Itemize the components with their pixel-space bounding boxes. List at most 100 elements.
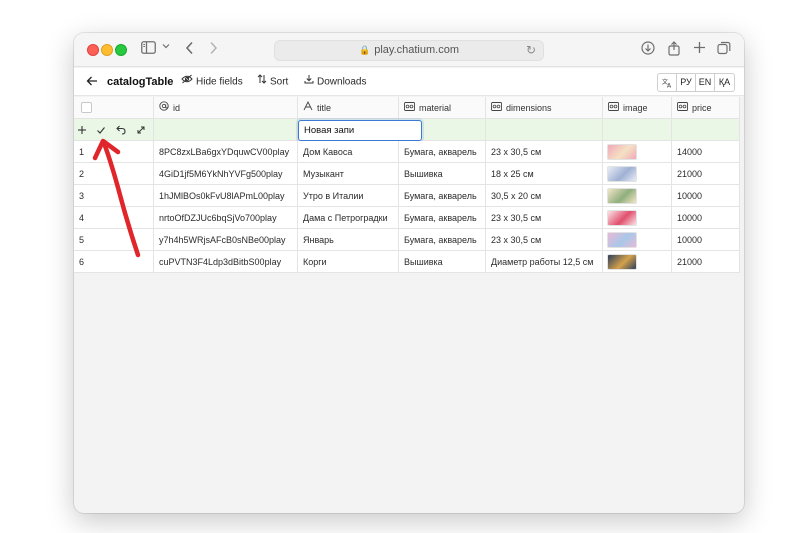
id-cell[interactable]: cuPVTN3F4Ldp3dBitbS00play [154, 251, 298, 273]
close-window-button[interactable] [87, 44, 99, 56]
row-number-cell[interactable]: 1 [74, 141, 154, 163]
column-header-price[interactable]: price [672, 97, 740, 119]
tab-overview-icon[interactable] [717, 41, 731, 55]
table-row[interactable]: 2 4GiD1jf5M6YkNhYVFg500play Музыкант Вышивк… [74, 163, 744, 185]
id-cell[interactable]: y7h4h5WRjsAFcB0sNBe00play [154, 229, 298, 251]
image-cell[interactable] [603, 251, 672, 273]
material-cell[interactable]: Вышивка [399, 163, 486, 185]
table-row[interactable]: 1 8PC8zxLBa6gxYDquwCV00play Дом Кавоса Бума… [74, 141, 744, 163]
new-row-dimensions-cell[interactable] [486, 119, 603, 141]
table-row[interactable]: 3 1hJMlBOs0kFvU8lAPmL00play Утро в Италии Б… [74, 185, 744, 207]
field-icon [491, 97, 502, 118]
field-icon [608, 97, 619, 118]
artwork-thumbnail[interactable] [607, 188, 637, 204]
id-cell[interactable]: 8PC8zxLBa6gxYDquwCV00play [154, 141, 298, 163]
lang-ru-button[interactable]: РУ [677, 74, 696, 91]
dimensions-cell[interactable]: Диаметр работы 12,5 см [486, 251, 603, 273]
dimensions-cell[interactable]: 23 х 30,5 см [486, 141, 603, 163]
lock-icon: 🔒 [359, 45, 371, 55]
material-cell[interactable]: Бумага, акварель [399, 141, 486, 163]
artwork-thumbnail[interactable] [607, 144, 637, 160]
price-cell[interactable]: 21000 [672, 251, 740, 273]
artwork-thumbnail[interactable] [607, 166, 637, 182]
title-cell[interactable]: Дама с Петроградки [298, 207, 399, 229]
address-bar[interactable]: 🔒 play.chatium.com ↻ [274, 40, 544, 61]
row-number-cell[interactable]: 4 [74, 207, 154, 229]
back-arrow-icon[interactable] [86, 74, 98, 93]
chevron-down-icon[interactable] [162, 42, 170, 50]
column-header-dimensions[interactable]: dimensions [486, 97, 603, 119]
material-cell[interactable]: Бумага, акварель [399, 207, 486, 229]
row-number-cell[interactable]: 5 [74, 229, 154, 251]
id-cell[interactable]: 4GiD1jf5M6YkNhYVFg500play [154, 163, 298, 185]
new-record-row [74, 119, 744, 141]
lang-en-button[interactable]: EN [696, 74, 715, 91]
column-header-material[interactable]: material [399, 97, 486, 119]
column-label-dimensions: dimensions [506, 103, 552, 113]
material-cell[interactable]: Бумага, акварель [399, 185, 486, 207]
new-row-price-cell[interactable] [672, 119, 740, 141]
image-cell[interactable] [603, 141, 672, 163]
new-title-input[interactable] [298, 120, 422, 141]
table-row[interactable]: 4 nrtoOfDZJUc6bqSjVo700play Дама с Петрогр… [74, 207, 744, 229]
table-row[interactable]: 6 cuPVTN3F4Ldp3dBitbS00play Корги Вышивка Ди… [74, 251, 744, 273]
price-cell[interactable]: 10000 [672, 229, 740, 251]
column-header-id[interactable]: id [154, 97, 298, 119]
dimensions-cell[interactable]: 18 х 25 см [486, 163, 603, 185]
translate-icon[interactable]: 文A [658, 74, 677, 91]
header-row: id title material dimensions image price [74, 97, 744, 119]
new-row-id-cell[interactable] [154, 119, 298, 141]
zoom-window-button[interactable] [115, 44, 127, 56]
expand-icon[interactable] [136, 122, 146, 140]
image-cell[interactable] [603, 207, 672, 229]
row-number-cell[interactable]: 2 [74, 163, 154, 185]
artwork-thumbnail[interactable] [607, 232, 637, 248]
title-cell[interactable]: Январь [298, 229, 399, 251]
id-cell[interactable]: 1hJMlBOs0kFvU8lAPmL00play [154, 185, 298, 207]
price-cell[interactable]: 10000 [672, 207, 740, 229]
column-header-title[interactable]: title [298, 97, 399, 119]
column-label-title: title [317, 103, 332, 113]
table-row[interactable]: 5 y7h4h5WRjsAFcB0sNBe00play Январь Бумага, … [74, 229, 744, 251]
id-cell[interactable]: nrtoOfDZJUc6bqSjVo700play [154, 207, 298, 229]
title-cell[interactable]: Дом Кавоса [298, 141, 399, 163]
dimensions-cell[interactable]: 23 х 30,5 см [486, 207, 603, 229]
price-cell[interactable]: 14000 [672, 141, 740, 163]
sidebar-toggle-icon[interactable] [141, 41, 156, 54]
lang-kk-button[interactable]: ҚА [715, 74, 734, 91]
material-cell[interactable]: Вышивка [399, 251, 486, 273]
dimensions-cell[interactable]: 23 х 30,5 см [486, 229, 603, 251]
new-row-image-cell[interactable] [603, 119, 672, 141]
select-all-checkbox[interactable] [81, 102, 92, 113]
dimensions-cell[interactable]: 30,5 х 20 см [486, 185, 603, 207]
row-number-cell[interactable]: 6 [74, 251, 154, 273]
sort-button[interactable]: Sort [257, 68, 288, 96]
column-header-image[interactable]: image [603, 97, 672, 119]
undo-icon[interactable] [115, 122, 126, 140]
row-number-cell[interactable]: 3 [74, 185, 154, 207]
artwork-thumbnail[interactable] [607, 210, 637, 226]
price-cell[interactable]: 21000 [672, 163, 740, 185]
title-cell[interactable]: Корги [298, 251, 399, 273]
back-nav-icon[interactable] [185, 41, 194, 55]
title-cell[interactable]: Музыкант [298, 163, 399, 185]
forward-nav-icon[interactable] [209, 41, 218, 55]
downloads-button[interactable]: Downloads [304, 68, 366, 96]
artwork-thumbnail[interactable] [607, 254, 637, 270]
share-icon[interactable] [668, 41, 680, 56]
new-tab-icon[interactable] [693, 41, 706, 54]
minimize-window-button[interactable] [101, 44, 113, 56]
at-icon [159, 97, 169, 118]
reload-icon[interactable]: ↻ [526, 41, 536, 60]
hide-fields-button[interactable]: Hide fields [181, 68, 243, 96]
image-cell[interactable] [603, 185, 672, 207]
title-cell[interactable]: Утро в Италии [298, 185, 399, 207]
sort-label: Sort [270, 76, 289, 88]
image-cell[interactable] [603, 163, 672, 185]
save-check-icon[interactable] [96, 122, 106, 140]
material-cell[interactable]: Бумага, акварель [399, 229, 486, 251]
image-cell[interactable] [603, 229, 672, 251]
download-icon[interactable] [641, 41, 655, 55]
price-cell[interactable]: 10000 [672, 185, 740, 207]
add-row-icon[interactable] [77, 122, 87, 140]
